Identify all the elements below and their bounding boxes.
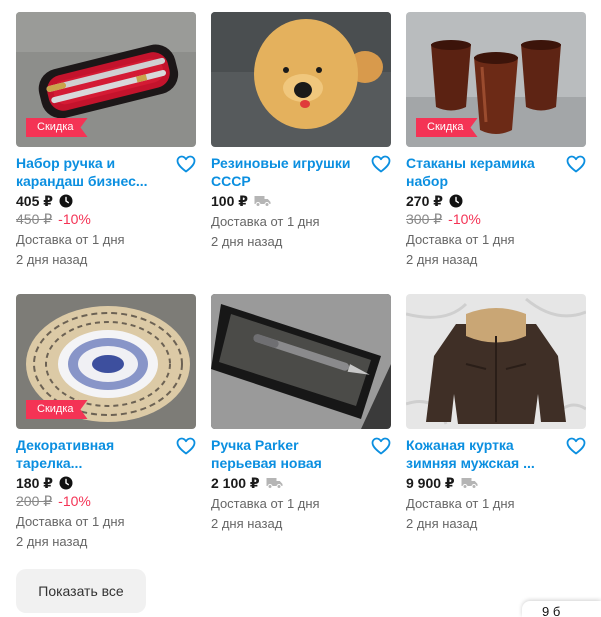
floating-chip[interactable]: 9 б (522, 601, 601, 617)
listings-grid: Скидка Набор ручка и карандаш бизнес... … (16, 12, 586, 562)
listing-photo[interactable] (211, 12, 391, 147)
listing-card[interactable]: Резиновые игрушки СССР 100 ₽ Доставка от… (211, 12, 391, 280)
listing-price: 180 ₽ (16, 474, 53, 491)
posted-date: 2 дня назад (211, 516, 283, 531)
listing-title[interactable]: Стаканы керамика набор (406, 154, 562, 190)
delivery-info: Доставка от 1 дня (16, 514, 125, 529)
old-price: 300 ₽ (406, 210, 443, 227)
delivery-info: Доставка от 1 дня (211, 214, 320, 229)
discount-percent: -10% (58, 211, 91, 227)
listing-photo[interactable] (406, 294, 586, 429)
delivery-info: Доставка от 1 дня (16, 232, 125, 247)
heart-icon[interactable] (176, 155, 196, 173)
heart-icon[interactable] (566, 155, 586, 173)
heart-icon[interactable] (176, 437, 196, 455)
posted-date: 2 дня назад (211, 234, 283, 249)
truck-icon (254, 196, 271, 207)
listing-card[interactable]: Ручка Parker перьевая новая 2 100 ₽ Дост… (211, 294, 391, 562)
delivery-info: Доставка от 1 дня (406, 496, 515, 511)
heart-icon[interactable] (566, 437, 586, 455)
listing-price: 2 100 ₽ (211, 474, 260, 491)
listing-photo[interactable]: Скидка (16, 12, 196, 147)
listing-card[interactable]: Скидка Стаканы керамика набор 270 ₽ 300 … (406, 12, 586, 280)
listing-title[interactable]: Резиновые игрушки СССР (211, 154, 367, 190)
show-all-button[interactable]: Показать все (16, 569, 146, 613)
discount-percent: -10% (448, 211, 481, 227)
listing-title[interactable]: Кожаная куртка зимняя мужская ... (406, 436, 562, 472)
clock-icon (59, 194, 73, 208)
posted-date: 2 дня назад (406, 252, 478, 267)
discount-badge: Скидка (416, 118, 478, 137)
listing-photo[interactable] (211, 294, 391, 429)
listing-photo[interactable]: Скидка (16, 294, 196, 429)
clock-icon (449, 194, 463, 208)
listing-card[interactable]: Скидка Декоративная тарелка... 180 ₽ 200… (16, 294, 196, 562)
listing-card[interactable]: Скидка Набор ручка и карандаш бизнес... … (16, 12, 196, 280)
listing-title[interactable]: Ручка Parker перьевая новая (211, 436, 367, 472)
listing-title[interactable]: Декоративная тарелка... (16, 436, 172, 472)
truck-icon (461, 478, 478, 489)
heart-icon[interactable] (371, 155, 391, 173)
listing-price: 100 ₽ (211, 192, 248, 209)
delivery-info: Доставка от 1 дня (406, 232, 515, 247)
discount-percent: -10% (58, 493, 91, 509)
discount-badge: Скидка (26, 118, 88, 137)
posted-date: 2 дня назад (406, 516, 478, 531)
listing-price: 270 ₽ (406, 192, 443, 209)
listing-card[interactable]: Кожаная куртка зимняя мужская ... 9 900 … (406, 294, 586, 562)
posted-date: 2 дня назад (16, 252, 88, 267)
old-price: 200 ₽ (16, 492, 53, 509)
discount-badge: Скидка (26, 400, 88, 419)
listing-price: 9 900 ₽ (406, 474, 455, 491)
listing-title[interactable]: Набор ручка и карандаш бизнес... (16, 154, 172, 190)
truck-icon (266, 478, 283, 489)
heart-icon[interactable] (371, 437, 391, 455)
clock-icon (59, 476, 73, 490)
listing-photo[interactable]: Скидка (406, 12, 586, 147)
old-price: 450 ₽ (16, 210, 53, 227)
posted-date: 2 дня назад (16, 534, 88, 549)
listing-price: 405 ₽ (16, 192, 53, 209)
delivery-info: Доставка от 1 дня (211, 496, 320, 511)
